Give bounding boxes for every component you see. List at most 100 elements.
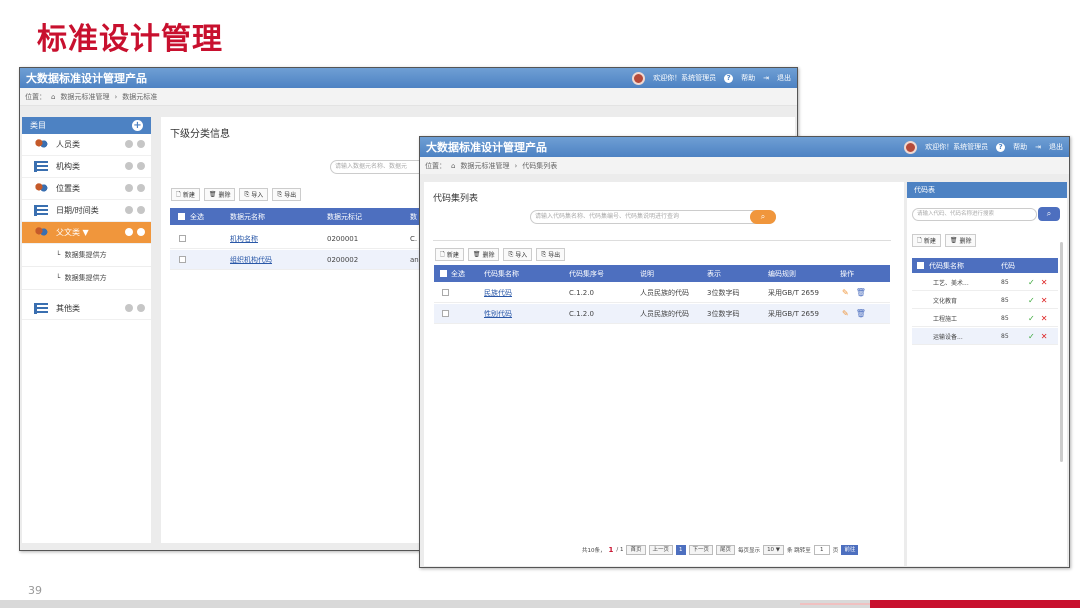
edit-icon[interactable]: ✓ — [1028, 332, 1035, 341]
edit-icon[interactable]: ✓ — [1028, 314, 1035, 323]
home-icon[interactable]: ⌂ — [451, 162, 455, 170]
add-icon[interactable] — [137, 206, 145, 214]
page-button-current[interactable]: 1 — [676, 545, 686, 555]
sidebar-item-datetime[interactable]: 日期/时间类 — [22, 200, 151, 222]
import-button[interactable]: ⎘ 导入 — [503, 248, 533, 261]
new-button[interactable]: 🗋 新建 — [171, 188, 200, 201]
prev-page-button[interactable]: 上一页 — [648, 545, 674, 555]
trash-icon[interactable]: 🗑 — [856, 288, 866, 297]
select-all[interactable]: 全选 — [440, 265, 465, 282]
sidebar-header: 类目 + — [22, 117, 151, 134]
remove-icon[interactable] — [125, 162, 133, 170]
table-row[interactable]: 性别代码 C.1.2.0 人员民族的代码 3位数字码 采用GB/T 2659 ✎… — [434, 304, 890, 324]
avatar[interactable] — [904, 140, 918, 154]
edit-icon[interactable]: ✓ — [1028, 278, 1035, 287]
close-icon[interactable]: ✕ — [1041, 314, 1048, 323]
table-row[interactable]: 机构名称 0200001 C. — [170, 229, 430, 249]
help-icon[interactable]: ? — [724, 73, 734, 83]
jump-input[interactable]: 1 — [813, 545, 830, 555]
delete-button[interactable]: 🗑 删除 — [944, 234, 977, 247]
row-name-link[interactable]: 组织机构代码 — [230, 250, 272, 269]
go-button[interactable]: 前往 — [841, 545, 859, 555]
row-name-link[interactable]: 民族代码 — [484, 283, 512, 302]
row-name-link[interactable]: 性别代码 — [484, 304, 512, 323]
first-page-button[interactable]: 首页 — [626, 545, 646, 555]
help-link[interactable]: 帮助 — [1013, 142, 1027, 152]
sidebar-subitem[interactable]: └ 数据集提供方 — [22, 244, 151, 267]
row-checkbox[interactable] — [179, 256, 186, 263]
remove-icon[interactable] — [125, 228, 133, 236]
help-icon[interactable]: ? — [996, 142, 1006, 152]
table-row[interactable]: 工艺、美术... 85 ✓ ✕ — [912, 274, 1058, 291]
toolbar: 🗋 新建 🗑 删除 ⎘ 导入 ⎘ 导出 — [435, 248, 566, 261]
close-icon[interactable]: ✕ — [1041, 332, 1048, 341]
add-icon[interactable] — [137, 162, 145, 170]
sidebar-item-org[interactable]: 机构类 — [22, 156, 151, 178]
checkbox-icon[interactable] — [178, 213, 185, 220]
row-checkbox[interactable] — [179, 235, 186, 242]
row-checkbox[interactable] — [442, 310, 449, 317]
row-name-link[interactable]: 机构名称 — [230, 229, 258, 248]
import-button[interactable]: ⎘ 导入 — [239, 188, 269, 201]
sidebar-item-active[interactable]: 父文类 ▼ — [22, 222, 151, 244]
per-page-select[interactable]: 10 ▼ — [763, 545, 785, 555]
export-button[interactable]: ⎘ 导出 — [272, 188, 302, 201]
remove-icon[interactable] — [125, 140, 133, 148]
sidebar-item-location[interactable]: 位置类 — [22, 178, 151, 200]
edit-icon[interactable]: ✎ — [842, 309, 849, 318]
logout-link[interactable]: 退出 — [777, 73, 791, 83]
close-icon[interactable]: ✕ — [1041, 278, 1048, 287]
delete-button[interactable]: 🗑 删除 — [203, 188, 236, 201]
home-icon[interactable]: ⌂ — [51, 93, 55, 101]
trash-icon: 🗑 — [472, 251, 481, 258]
search-button[interactable]: ⌕ — [750, 210, 776, 224]
add-icon[interactable] — [137, 140, 145, 148]
column-header: 数据元标记 — [327, 212, 362, 221]
avatar[interactable] — [632, 71, 646, 85]
row-checkbox[interactable] — [442, 289, 449, 296]
logout-icon[interactable]: ⇥ — [1035, 143, 1041, 151]
close-icon[interactable]: ✕ — [1041, 296, 1048, 305]
table-row[interactable]: 文化教育 85 ✓ ✕ — [912, 292, 1058, 309]
help-link[interactable]: 帮助 — [741, 73, 755, 83]
add-category-icon[interactable]: + — [132, 120, 143, 131]
remove-icon[interactable] — [125, 184, 133, 192]
add-icon[interactable] — [137, 228, 145, 236]
logout-icon[interactable]: ⇥ — [763, 74, 769, 82]
remove-icon[interactable] — [125, 304, 133, 312]
edit-icon[interactable]: ✎ — [842, 288, 849, 297]
table-row[interactable]: 运输设备... 85 ✓ ✕ — [912, 328, 1058, 345]
search-button[interactable]: ⌕ — [1038, 207, 1060, 221]
column-header: 代码集序号 — [569, 269, 604, 278]
new-button[interactable]: 🗋 新建 — [435, 248, 464, 261]
sidebar-item-person[interactable]: 人员类 — [22, 134, 151, 156]
breadcrumb-item[interactable]: 数据元标准管理 — [60, 92, 109, 102]
sidebar-subitem[interactable]: └ 数据集提供方 — [22, 267, 151, 290]
page-number: 39 — [28, 584, 42, 597]
checkbox-icon[interactable] — [917, 262, 924, 269]
table-row[interactable]: 工程施工 85 ✓ ✕ — [912, 310, 1058, 327]
breadcrumb-item[interactable]: 数据元标准管理 — [460, 161, 509, 171]
select-all[interactable]: 全选 — [178, 208, 204, 225]
remove-icon[interactable] — [125, 206, 133, 214]
table-row[interactable]: 民族代码 C.1.2.0 人员民族的代码 3位数字码 采用GB/T 2659 ✎… — [434, 283, 890, 303]
export-button[interactable]: ⎘ 导出 — [536, 248, 566, 261]
logout-link[interactable]: 退出 — [1049, 142, 1063, 152]
add-icon[interactable] — [137, 184, 145, 192]
scrollbar[interactable] — [1060, 242, 1063, 462]
trash-icon[interactable]: 🗑 — [856, 309, 866, 318]
edit-icon[interactable]: ✓ — [1028, 296, 1035, 305]
search-input[interactable]: 请输入代码集名称、代码集编号、代码集说明进行查询 — [530, 210, 776, 224]
new-button[interactable]: 🗋 新建 — [912, 234, 941, 247]
table-row[interactable]: 组织机构代码 0200002 an — [170, 250, 430, 270]
add-icon[interactable] — [137, 304, 145, 312]
last-page-button[interactable]: 尾页 — [716, 545, 736, 555]
total-count: 共10条， — [582, 548, 606, 554]
select-all[interactable]: 代码集名称 — [917, 258, 964, 273]
delete-button[interactable]: 🗑 删除 — [467, 248, 500, 261]
search-input[interactable]: 请输入代码、代码名称进行搜索 — [912, 208, 1037, 221]
sidebar-item-other[interactable]: 其他类 — [22, 298, 151, 320]
row-rule: 采用GB/T 2659 — [768, 309, 819, 318]
checkbox-icon[interactable] — [440, 270, 447, 277]
next-page-button[interactable]: 下一页 — [688, 545, 714, 555]
